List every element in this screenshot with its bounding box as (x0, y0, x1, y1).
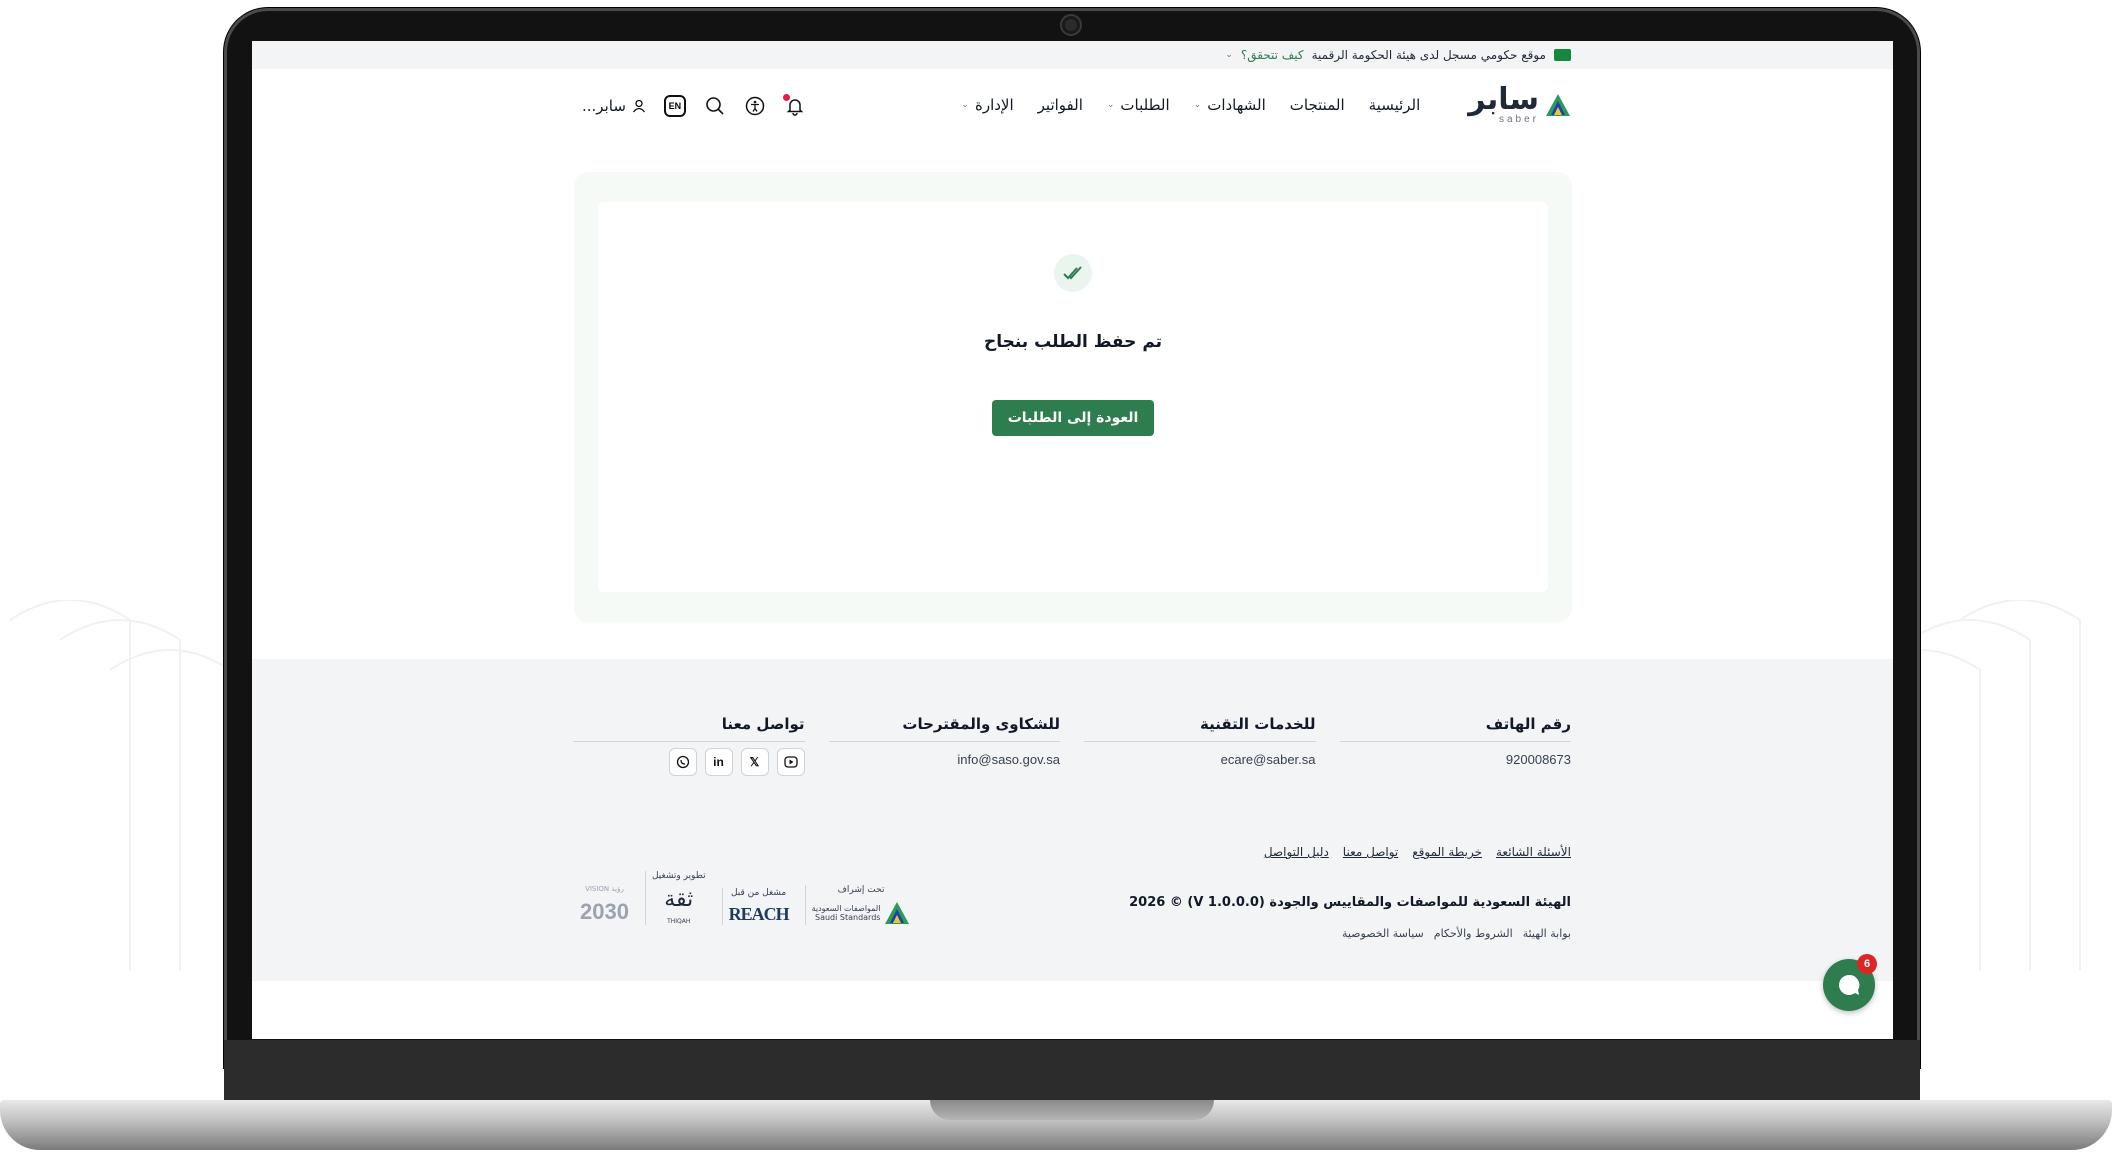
accessibility-icon (745, 96, 765, 116)
footer-complaints: للشكاوى والمقترحات info@saso.gov.sa (828, 715, 1060, 776)
nav-invoices[interactable]: الفواتير (1038, 96, 1083, 114)
footer: رقم الهاتف 920008673 للخدمات التقنية eca… (252, 659, 1893, 981)
phone-number[interactable]: 920008673 (1340, 752, 1571, 767)
footer-links: الأسئلة الشائعة خريطة الموقع تواصل معنا … (1264, 845, 1571, 859)
nav-admin[interactable]: الإدارة ⌄ (961, 96, 1013, 114)
saudi-flag-icon (1554, 49, 1571, 61)
success-icon-circle (1054, 254, 1092, 292)
contact-link[interactable]: تواصل معنا (1343, 845, 1398, 859)
partner-logos: VISION رؤية 2030 تطوير وتشغيل ثقة THIQAH… (574, 871, 916, 925)
tech-support-email[interactable]: ecare@saber.sa (1084, 752, 1316, 767)
nav-requests[interactable]: الطلبات ⌄ (1107, 96, 1170, 114)
chevron-down-icon: ⌄ (961, 100, 969, 110)
faq-link[interactable]: الأسئلة الشائعة (1496, 845, 1571, 859)
language-button[interactable]: EN (663, 95, 686, 117)
footer-phone: رقم الهاتف 920008673 (1339, 715, 1571, 776)
youtube-icon[interactable] (776, 748, 805, 776)
copyright: الهيئة السعودية للمواصفات والمقاييس والج… (1129, 895, 1571, 910)
privacy-link[interactable]: سياسة الخصوصية (1342, 927, 1424, 940)
saso-logo: تحت إشراف المواصفات السعودية Saudi Stand… (804, 885, 917, 925)
how-to-verify-link[interactable]: كيف تتحقق؟ (1241, 48, 1304, 62)
notifications-button[interactable] (782, 94, 806, 117)
sitemap-link[interactable]: خريطة الموقع (1412, 845, 1482, 859)
accessibility-button[interactable] (744, 95, 766, 117)
gov-bar: موقع حكومي مسجل لدى هيئة الحكومة الرقمية… (252, 41, 1893, 69)
success-title: تم حفظ الطلب بنجاح (983, 332, 1163, 352)
laptop-notch (930, 1100, 1214, 1120)
contact-guide-link[interactable]: دليل التواصل (1264, 845, 1329, 859)
brand-logo[interactable]: سابر saber (1468, 81, 1571, 125)
gov-bar-text: موقع حكومي مسجل لدى هيئة الحكومة الرقمية (1311, 48, 1546, 62)
search-button[interactable] (704, 95, 726, 117)
laptop-chin (224, 1040, 1920, 1102)
footer-contact-us: تواصل معنا 𝕏 in (573, 715, 805, 776)
terms-link[interactable]: الشروط والأحكام (1434, 927, 1513, 940)
footer-tech-support: للخدمات التقنية ecare@saber.sa (1084, 715, 1316, 776)
notification-dot (782, 94, 790, 101)
brand-name: سابر (1468, 81, 1539, 117)
user-icon (632, 99, 645, 113)
chat-bubble-icon (1839, 974, 1860, 995)
header: سابر saber الرئيسية المنتجات الشهادات ⌄ ا… (252, 69, 1893, 141)
thiqah-logo: تطوير وتشغيل ثقة THIQAH (644, 871, 712, 925)
footer-sublinks: بوابة الهيئة الشروط والأحكام سياسة الخصو… (1342, 927, 1571, 940)
back-to-requests-button[interactable]: العودة إلى الطلبات (991, 400, 1155, 436)
saso-triangle-icon (885, 902, 910, 924)
user-name: سابر... (582, 97, 626, 115)
nav-certificates[interactable]: الشهادات ⌄ (1194, 96, 1266, 114)
saber-logo-icon (1546, 94, 1570, 116)
whatsapp-icon[interactable] (668, 748, 697, 776)
vision-2030-logo: VISION رؤية 2030 (580, 885, 629, 924)
nav-home[interactable]: الرئيسية (1369, 96, 1421, 114)
brand-sub: saber (1498, 113, 1539, 125)
success-card-content: تم حفظ الطلب بنجاح العودة إلى الطلبات (598, 202, 1548, 592)
header-tools: سابر... EN (582, 94, 806, 117)
user-menu[interactable]: سابر... (582, 97, 646, 115)
chevron-down-icon: ⌄ (1225, 50, 1233, 60)
chat-badge: 6 (1857, 954, 1877, 974)
main-nav: الرئيسية المنتجات الشهادات ⌄ الطلبات ⌄ الف… (961, 96, 1420, 114)
screen: موقع حكومي مسجل لدى هيئة الحكومة الرقمية… (252, 41, 1893, 1039)
camera (1062, 16, 1080, 34)
double-check-icon (1063, 266, 1082, 280)
search-icon (706, 97, 724, 115)
x-twitter-icon[interactable]: 𝕏 (740, 748, 769, 776)
complaints-email[interactable]: info@saso.gov.sa (829, 752, 1060, 767)
footer-contacts: رقم الهاتف 920008673 للخدمات التقنية eca… (573, 715, 1571, 776)
linkedin-icon[interactable]: in (704, 748, 733, 776)
authority-portal-link[interactable]: بوابة الهيئة (1523, 927, 1571, 940)
social-links: 𝕏 in (573, 748, 805, 776)
reach-logo: مشغل من قبل REACH (721, 888, 795, 925)
chevron-down-icon: ⌄ (1106, 100, 1115, 110)
chevron-down-icon: ⌄ (1193, 100, 1202, 110)
success-card: تم حفظ الطلب بنجاح العودة إلى الطلبات (574, 172, 1572, 622)
nav-products[interactable]: المنتجات (1290, 96, 1345, 114)
